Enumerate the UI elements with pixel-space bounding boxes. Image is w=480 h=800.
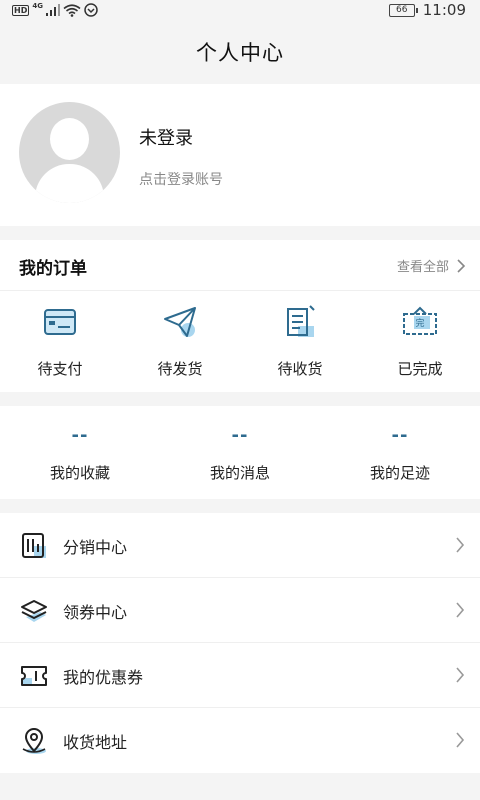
orders-header: 我的订单 查看全部 xyxy=(0,240,480,291)
menu-label: 领券中心 xyxy=(63,603,128,622)
svg-text:完: 完 xyxy=(415,317,424,329)
menu-label: 分销中心 xyxy=(63,538,128,557)
menu-item-my-coupons[interactable]: 我的优惠券 xyxy=(0,643,480,708)
stat-messages[interactable]: -- 我的消息 xyxy=(160,406,320,483)
clock: 11:09 xyxy=(422,1,466,19)
completed-box-icon: 完 xyxy=(403,306,437,335)
stat-value: -- xyxy=(231,425,249,446)
menu-item-address[interactable]: 收货地址 xyxy=(0,708,480,773)
menu-item-distribution[interactable]: 分销中心 xyxy=(0,513,480,578)
orders-title: 我的订单 xyxy=(19,259,87,279)
layers-icon xyxy=(21,600,47,622)
paper-plane-icon xyxy=(164,307,196,337)
order-pending-shipment[interactable]: 待发货 xyxy=(120,302,240,379)
order-completed[interactable]: 完 已完成 xyxy=(360,302,480,379)
order-label: 已完成 xyxy=(397,360,443,378)
ticket-icon xyxy=(21,666,47,686)
chevron-right-icon xyxy=(456,537,465,553)
view-all-label: 查看全部 xyxy=(396,260,449,275)
nav-bar: 个人中心 xyxy=(0,22,480,84)
login-status[interactable]: 未登录 xyxy=(139,124,193,150)
stat-value: -- xyxy=(391,425,409,446)
notification-icon xyxy=(84,3,98,17)
menu-card: 分销中心 领券中心 我的优惠券 收货地址 xyxy=(0,513,480,773)
order-pending-receipt[interactable]: 待收货 xyxy=(240,302,360,379)
order-pending-payment[interactable]: 待支付 xyxy=(0,302,120,379)
menu-label: 收货地址 xyxy=(63,733,128,752)
menu-item-coupon-center[interactable]: 领券中心 xyxy=(0,578,480,643)
status-bar: HD 4G 66 11:09 xyxy=(0,0,480,22)
orders-card: 我的订单 查看全部 待支付 待发货 待收货 完 已完成 xyxy=(0,240,480,392)
chevron-right-icon xyxy=(457,258,466,273)
profile-card[interactable]: 未登录 点击登录账号 xyxy=(0,84,480,226)
stat-favorites[interactable]: -- 我的收藏 xyxy=(0,406,160,483)
order-label: 待支付 xyxy=(37,360,83,378)
order-label: 待发货 xyxy=(157,360,203,378)
avatar[interactable] xyxy=(19,102,120,203)
card-icon xyxy=(44,309,76,335)
wifi-icon xyxy=(63,3,81,17)
document-icon xyxy=(287,305,315,337)
distribution-icon xyxy=(22,533,46,558)
status-left: HD 4G xyxy=(12,2,98,17)
network-type: 4G xyxy=(32,2,43,10)
stat-label: 我的消息 xyxy=(209,464,270,482)
avatar-head xyxy=(50,118,89,160)
view-all-orders-link[interactable]: 查看全部 xyxy=(397,256,466,275)
chevron-right-icon xyxy=(456,602,465,618)
stat-footprints[interactable]: -- 我的足迹 xyxy=(320,406,480,483)
status-right: 66 11:09 xyxy=(388,1,466,19)
login-hint[interactable]: 点击登录账号 xyxy=(139,169,223,189)
battery-icon: 66 xyxy=(388,3,418,17)
page-title: 个人中心 xyxy=(196,41,284,65)
order-label: 待收货 xyxy=(277,360,323,378)
stat-label: 我的收藏 xyxy=(49,464,110,482)
chevron-right-icon xyxy=(456,667,465,683)
stat-label: 我的足迹 xyxy=(369,464,430,482)
avatar-body xyxy=(35,164,104,203)
stat-value: -- xyxy=(71,425,89,446)
signal-icon xyxy=(45,4,60,16)
chevron-right-icon xyxy=(456,732,465,748)
hd-indicator: HD xyxy=(12,4,30,16)
menu-label: 我的优惠券 xyxy=(63,668,144,687)
location-pin-icon xyxy=(22,728,46,754)
stats-card: -- 我的收藏 -- 我的消息 -- 我的足迹 xyxy=(0,406,480,499)
